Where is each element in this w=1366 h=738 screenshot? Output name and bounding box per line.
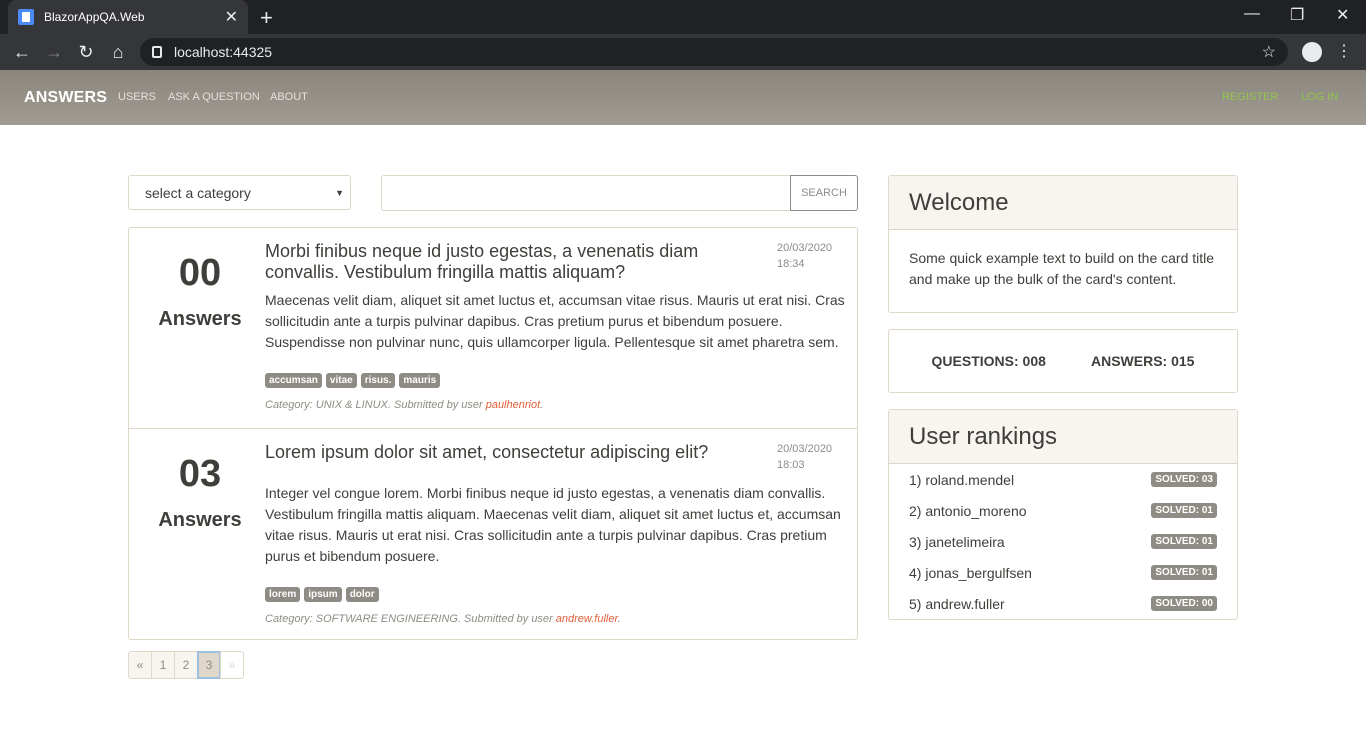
question-date-day: 20/03/2020 (777, 443, 833, 455)
category-select[interactable]: select a category ▼ (128, 175, 351, 210)
nav-ask-question-link[interactable]: ASK A QUESTION (168, 91, 260, 103)
question-body: Integer vel congue lorem. Morbi finibus … (265, 485, 841, 564)
ranking-user[interactable]: 2) antonio_moreno (909, 503, 1027, 519)
question-date-time: 18:34 (777, 258, 805, 270)
minimize-icon[interactable]: — (1244, 5, 1260, 23)
browser-tab-strip: BlazorAppQA.Web ✕ + — ❐ ✕ (0, 0, 1366, 34)
welcome-card: Welcome Some quick example text to build… (888, 175, 1238, 313)
pager-page-3[interactable]: 3 (197, 651, 221, 679)
pager-prev[interactable]: « (128, 651, 152, 679)
question-list: 00 Answers Morbi finibus neque id justo … (128, 227, 858, 640)
tag-badge[interactable]: risus. (360, 373, 396, 388)
lock-icon (152, 46, 162, 58)
rankings-card: User rankings 1) roland.mendel SOLVED: 0… (888, 409, 1238, 620)
tag-badge[interactable]: lorem (265, 587, 301, 602)
ranking-row: 1) roland.mendel SOLVED: 03 (889, 464, 1237, 495)
question-title[interactable]: Morbi finibus neque id justo egestas, a … (265, 241, 745, 283)
question-tags: accumsan vitae risus. mauris (265, 373, 441, 388)
question-meta-end: . (617, 613, 621, 625)
ranking-user[interactable]: 1) roland.mendel (909, 472, 1014, 488)
bookmark-star-icon[interactable]: ☆ (1262, 42, 1276, 62)
tag-badge[interactable]: dolor (345, 587, 379, 602)
ranking-user[interactable]: 4) jonas_bergulfsen (909, 565, 1032, 581)
nav-users-link[interactable]: USERS (118, 91, 156, 103)
answers-label: Answers (158, 509, 242, 531)
answers-count: 00 (178, 252, 222, 294)
ranking-user[interactable]: 3) janetelimeira (909, 534, 1005, 550)
question-date: 20/03/2020 18:03 (777, 441, 832, 473)
question-date: 20/03/2020 18:34 (777, 240, 832, 272)
ranking-row: 3) janetelimeira SOLVED: 01 (889, 526, 1237, 557)
search-button[interactable]: SEARCH (790, 175, 858, 211)
solved-badge: SOLVED: 03 (1151, 472, 1217, 487)
question-date-time: 18:03 (777, 459, 805, 471)
pager-page-2[interactable]: 2 (174, 651, 198, 679)
welcome-text: Some quick example text to build on the … (909, 250, 1215, 287)
question-title[interactable]: Lorem ipsum dolor sit amet, consectetur … (265, 442, 745, 463)
tag-badge[interactable]: accumsan (265, 373, 322, 388)
ranking-user[interactable]: 5) andrew.fuller (909, 596, 1005, 612)
dropdown-caret-icon: ▼ (335, 187, 344, 198)
solved-badge: SOLVED: 01 (1151, 503, 1217, 518)
pagination: « 1 2 3 » (128, 651, 244, 679)
tab-title: BlazorAppQA.Web (44, 10, 145, 24)
solved-badge: SOLVED: 00 (1151, 596, 1217, 611)
submitter-link[interactable]: andrew.fuller (556, 613, 618, 625)
rankings-list: 1) roland.mendel SOLVED: 03 2) antonio_m… (889, 464, 1237, 619)
profile-avatar-icon[interactable] (1302, 42, 1322, 62)
answers-stat: ANSWERS: 015 (1090, 353, 1195, 369)
back-icon[interactable]: ← (6, 42, 38, 63)
ranking-row: 4) jonas_bergulfsen SOLVED: 01 (889, 557, 1237, 588)
solved-badge: SOLVED: 01 (1151, 565, 1217, 580)
close-tab-icon[interactable]: ✕ (225, 7, 238, 27)
tag-badge[interactable]: mauris (399, 373, 441, 388)
address-bar[interactable]: localhost:44325 ☆ (140, 38, 1288, 66)
answers-count: 03 (178, 453, 222, 495)
question-meta-end: . (540, 399, 544, 411)
pager-page-1[interactable]: 1 (151, 651, 175, 679)
rankings-title: User rankings (889, 410, 1237, 464)
url-text: localhost:44325 (174, 44, 273, 60)
page-favicon-icon (18, 9, 34, 25)
questions-stat: QUESTIONS: 008 (931, 353, 1046, 369)
welcome-title: Welcome (889, 176, 1237, 230)
nav-about-link[interactable]: ABOUT (270, 91, 308, 103)
question-tags: lorem ipsum dolor (265, 587, 379, 602)
login-link[interactable]: LOG IN (1301, 91, 1338, 103)
question-meta-text: Category: UNIX & LINUX. Submitted by use… (265, 399, 486, 411)
category-select-value: select a category (145, 184, 251, 201)
submitter-link[interactable]: paulhenriot (486, 399, 540, 411)
restore-icon[interactable]: ❐ (1290, 5, 1304, 25)
browser-tab[interactable]: BlazorAppQA.Web ✕ (8, 0, 248, 34)
tag-badge[interactable]: ipsum (304, 587, 342, 602)
app-navbar: ANSWERS USERS ASK A QUESTION ABOUT REGIS… (0, 70, 1366, 125)
solved-badge: SOLVED: 01 (1151, 534, 1217, 549)
ranking-row: 2) antonio_moreno SOLVED: 01 (889, 495, 1237, 526)
home-icon[interactable]: ⌂ (102, 42, 134, 63)
browser-menu-icon[interactable]: ⋮ (1336, 42, 1352, 62)
question-item: 00 Answers Morbi finibus neque id justo … (129, 228, 857, 428)
register-link[interactable]: REGISTER (1222, 91, 1278, 103)
question-meta: Category: UNIX & LINUX. Submitted by use… (265, 399, 543, 411)
browser-toolbar: ← → ↻ ⌂ localhost:44325 ☆ ⋮ (0, 34, 1366, 70)
forward-icon[interactable]: → (38, 42, 70, 63)
question-item: 03 Answers Lorem ipsum dolor sit amet, c… (129, 428, 857, 639)
new-tab-icon[interactable]: + (260, 5, 273, 31)
question-body: Maecenas velit diam, aliquet sit amet lu… (265, 292, 845, 350)
ranking-row: 5) andrew.fuller SOLVED: 00 (889, 588, 1237, 619)
question-date-day: 20/03/2020 (777, 242, 833, 254)
close-window-icon[interactable]: ✕ (1336, 5, 1349, 25)
pager-next[interactable]: » (220, 651, 244, 679)
question-meta: Category: SOFTWARE ENGINEERING. Submitte… (265, 613, 621, 625)
question-meta-text: Category: SOFTWARE ENGINEERING. Submitte… (265, 613, 556, 625)
search-input[interactable] (381, 175, 791, 211)
brand-logo[interactable]: ANSWERS (24, 89, 107, 107)
answers-label: Answers (158, 308, 242, 330)
stats-card: QUESTIONS: 008 ANSWERS: 015 (888, 329, 1238, 393)
reload-icon[interactable]: ↻ (70, 42, 102, 63)
tag-badge[interactable]: vitae (325, 373, 357, 388)
